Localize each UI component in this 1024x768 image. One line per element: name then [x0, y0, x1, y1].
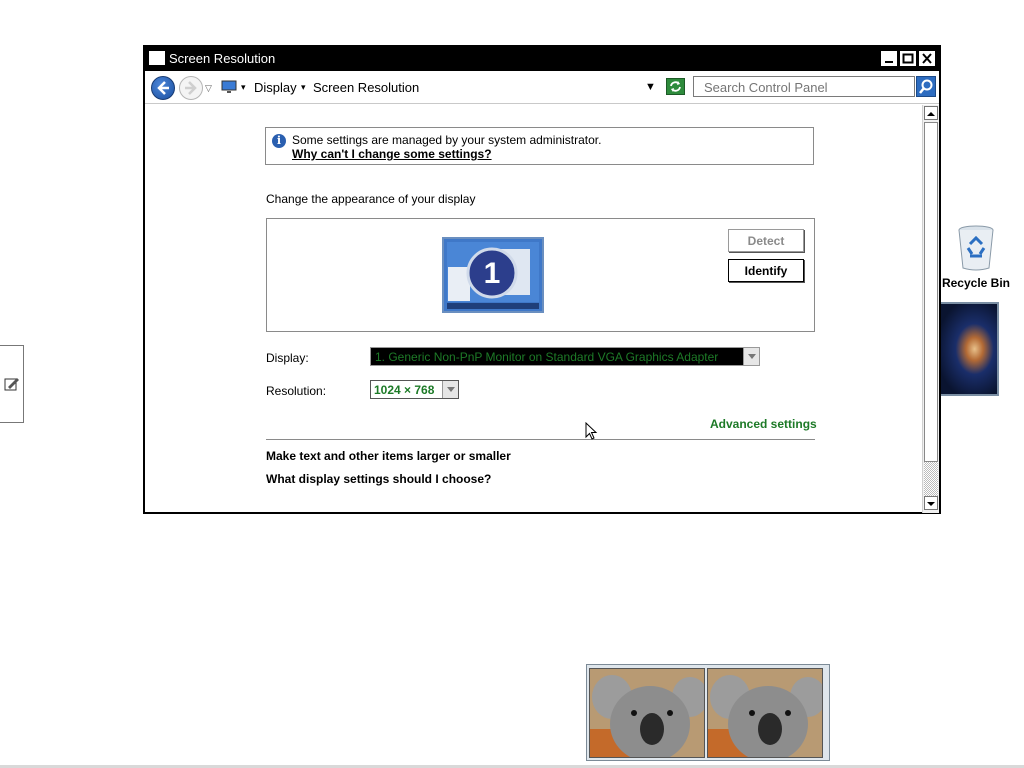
- resolution-value: 1024 × 768: [374, 383, 435, 397]
- display-dropdown[interactable]: 1. Generic Non-PnP Monitor on Standard V…: [370, 347, 760, 366]
- section-heading: Change the appearance of your display: [266, 192, 476, 206]
- koala-thumbnail[interactable]: [707, 668, 823, 758]
- close-button[interactable]: [919, 51, 935, 66]
- display-label: Display:: [266, 351, 309, 365]
- recycle-bin[interactable]: Recycle Bin: [940, 224, 1012, 294]
- maximize-button[interactable]: [900, 51, 916, 66]
- search-button[interactable]: [916, 76, 936, 97]
- recycle-bin-icon: [958, 225, 994, 271]
- forward-button[interactable]: [179, 76, 203, 100]
- koala-thumbnail[interactable]: [589, 668, 705, 758]
- address-dropdown-icon[interactable]: ▼: [645, 81, 656, 93]
- monitor-icon: [221, 80, 237, 93]
- content-area: i Some settings are managed by your syst…: [145, 104, 923, 512]
- breadcrumb-screen-resolution[interactable]: Screen Resolution: [313, 80, 419, 95]
- search-input[interactable]: [702, 79, 916, 96]
- chevron-down-icon[interactable]: [743, 348, 759, 365]
- monitor-1-icon[interactable]: 1: [442, 237, 544, 313]
- breadcrumb-separator[interactable]: ▾: [241, 82, 246, 93]
- monitor-number: 1: [484, 257, 501, 290]
- scroll-down-icon: [927, 502, 935, 506]
- admin-info-box: i Some settings are managed by your syst…: [265, 127, 814, 165]
- scroll-down-button[interactable]: [924, 496, 938, 510]
- why-cant-change-link[interactable]: Why can't I change some settings?: [292, 147, 492, 161]
- koala-image: [590, 669, 704, 757]
- window-title: Screen Resolution: [169, 51, 276, 66]
- refresh-button[interactable]: [666, 78, 685, 95]
- breadcrumb[interactable]: ▾ Display ▾ Screen Resolution ▼: [221, 76, 661, 98]
- resolution-dropdown[interactable]: 1024 × 768: [370, 380, 459, 399]
- divider: [266, 439, 815, 440]
- chevron-down-icon[interactable]: [442, 381, 458, 398]
- screen-resolution-window: Screen Resolution ▽ ▾ Display ▾ Screen R…: [143, 45, 941, 514]
- resolution-label: Resolution:: [266, 384, 327, 398]
- monitor-graphic: 1: [442, 237, 544, 313]
- scroll-up-button[interactable]: [924, 106, 938, 120]
- scroll-up-icon: [927, 112, 935, 116]
- image-thumbnail-strip[interactable]: [586, 664, 830, 761]
- search-field[interactable]: [693, 76, 916, 97]
- breadcrumb-separator[interactable]: ▾: [301, 82, 306, 93]
- identify-button[interactable]: Identify: [728, 259, 804, 282]
- koala-image: [708, 669, 822, 757]
- back-arrow-icon: [157, 81, 169, 95]
- back-button[interactable]: [151, 76, 175, 100]
- vertical-scrollbar[interactable]: [922, 105, 939, 513]
- display-value: 1. Generic Non-PnP Monitor on Standard V…: [375, 350, 719, 364]
- breadcrumb-display[interactable]: Display: [254, 80, 297, 95]
- forward-arrow-icon: [185, 81, 197, 95]
- maximize-icon: [902, 53, 914, 64]
- scrollbar-thumb[interactable]: [924, 122, 938, 462]
- close-icon: [922, 53, 932, 64]
- admin-message: Some settings are managed by your system…: [292, 133, 602, 147]
- address-bar: ▽ ▾ Display ▾ Screen Resolution ▼: [145, 71, 939, 104]
- refresh-icon: [670, 81, 681, 92]
- title-bar[interactable]: Screen Resolution: [145, 47, 939, 71]
- side-gadget[interactable]: [0, 345, 24, 423]
- info-icon: i: [272, 134, 286, 148]
- text-size-link[interactable]: Make text and other items larger or smal…: [266, 449, 511, 463]
- monitor-arrangement-panel: 1 Detect Identify: [266, 218, 815, 332]
- which-settings-link[interactable]: What display settings should I choose?: [266, 472, 491, 486]
- edit-icon: [4, 378, 19, 391]
- detect-button[interactable]: Detect: [728, 229, 804, 252]
- recycle-bin-label: Recycle Bin: [941, 276, 1011, 290]
- minimize-button[interactable]: [881, 51, 897, 66]
- minimize-icon: [885, 61, 893, 63]
- search-icon: [919, 79, 933, 94]
- recent-pages-dropdown[interactable]: ▽: [205, 83, 212, 94]
- mouse-cursor-icon: [585, 422, 598, 440]
- advanced-settings-link[interactable]: Advanced settings: [710, 417, 817, 431]
- display-app-icon: [149, 51, 165, 65]
- scrollbar-track[interactable]: [924, 462, 938, 496]
- wallpaper-thumbnail[interactable]: [939, 302, 999, 396]
